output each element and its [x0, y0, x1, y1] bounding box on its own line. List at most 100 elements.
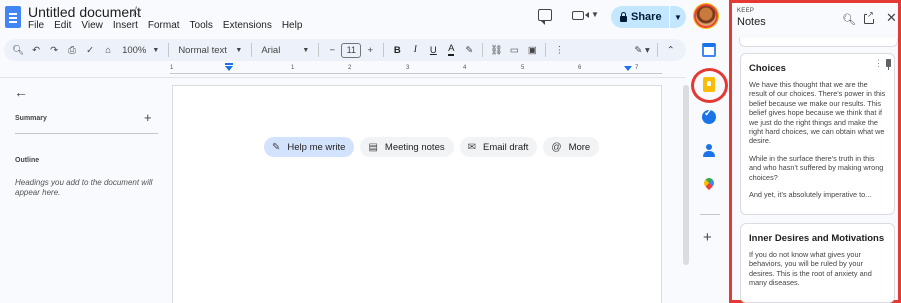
pin-icon[interactable]	[886, 59, 891, 70]
divider	[545, 43, 547, 57]
search-icon[interactable]: 🔍︎	[842, 13, 856, 26]
menu-help[interactable]: Help	[277, 20, 308, 31]
left-indent-handle[interactable]	[225, 66, 233, 71]
zoom-select[interactable]: 100% ▼	[118, 41, 163, 59]
insert-link-icon[interactable]: ⛓	[488, 41, 504, 59]
first-line-indent-handle[interactable]	[225, 63, 233, 65]
email-icon: ✉	[467, 141, 476, 153]
font-value: Arial	[261, 44, 281, 56]
vertical-scrollbar[interactable]	[683, 85, 689, 265]
style-select[interactable]: Normal text ▼	[174, 41, 246, 59]
zoom-value: 100%	[122, 44, 147, 56]
docs-logo-icon[interactable]	[5, 6, 21, 28]
ruler-line	[170, 73, 662, 74]
document-title[interactable]: Untitled document	[28, 4, 141, 20]
star-icon[interactable]: ☆	[130, 3, 143, 20]
menu-view[interactable]: View	[76, 20, 108, 31]
get-add-ons-button[interactable]: +	[703, 229, 712, 246]
note-card[interactable]: Inner Desires and Motivations If you do …	[740, 223, 895, 303]
add-comment-icon[interactable]: ▭	[506, 41, 522, 59]
divider	[251, 43, 253, 57]
menu-edit[interactable]: Edit	[49, 20, 76, 31]
close-icon[interactable]: ✕	[886, 10, 897, 26]
menu-file[interactable]: File	[28, 20, 49, 31]
more-options-icon[interactable]: ⋮	[551, 41, 567, 59]
email-draft-chip[interactable]: ✉ Email draft	[459, 137, 538, 157]
spellcheck-icon[interactable]: ✓	[82, 41, 98, 59]
keep-panel-title: Notes	[737, 16, 766, 28]
decrease-font-size-button[interactable]: −	[324, 41, 340, 59]
keep-side-panel: KEEP Notes 🔍︎ ✕ ⋮ Choices We have this t…	[729, 0, 901, 303]
chip-label: Help me write	[287, 141, 346, 153]
underline-button[interactable]: U	[425, 41, 441, 59]
chip-label: More	[568, 141, 591, 153]
document-icon: ▤	[368, 141, 378, 153]
menu-format[interactable]: Format	[143, 20, 185, 31]
font-select[interactable]: Arial ▼	[257, 41, 313, 59]
right-indent-handle[interactable]	[624, 66, 632, 71]
ruler-label: 5	[521, 65, 525, 71]
divider	[318, 43, 320, 57]
divider	[700, 214, 720, 215]
collapse-menus-icon[interactable]: ⌃	[663, 41, 679, 59]
increase-font-size-button[interactable]: +	[362, 41, 378, 59]
tasks-icon[interactable]	[702, 108, 716, 124]
note-card[interactable]: ⋮ Choices We have this thought that we a…	[740, 53, 895, 215]
redo-icon[interactable]: ↷	[46, 41, 62, 59]
chip-label: Email draft	[483, 141, 529, 153]
calendar-icon[interactable]	[702, 43, 716, 57]
menu-tools[interactable]: Tools	[185, 20, 218, 31]
highlight-color-icon[interactable]: ✎	[461, 41, 477, 59]
divider	[656, 43, 658, 57]
search-menus-icon[interactable]: 🔍︎	[10, 41, 26, 59]
italic-button[interactable]: I	[407, 41, 423, 59]
app-window: Untitled document ☆ File Edit View Inser…	[0, 0, 901, 303]
ruler-label: 3	[406, 65, 410, 71]
more-vert-icon[interactable]: ⋮	[874, 58, 883, 69]
divider	[15, 133, 158, 134]
outline-hint: Headings you add to the document will ap…	[15, 178, 153, 197]
editing-mode-icon[interactable]: ✎ ▾	[632, 41, 651, 59]
pen-sparkle-icon: ✎	[272, 141, 281, 153]
meet-video-icon[interactable]	[572, 11, 584, 20]
divider	[168, 43, 170, 57]
share-button[interactable]: Share	[611, 6, 669, 28]
divider	[482, 43, 484, 57]
menu-extensions[interactable]: Extensions	[218, 20, 277, 31]
ruler-label: 6	[578, 65, 582, 71]
ruler-label: 7	[635, 65, 639, 71]
lock-icon	[620, 11, 627, 22]
ruler[interactable]: 1 1 2 3 4 5 6 7	[170, 63, 662, 76]
note-title: Choices	[749, 63, 786, 74]
formatting-toolbar: 🔍︎ ↶ ↷ ⎙ ✓ ⌂ 100% ▼ Normal text ▼ Arial ▼ −…	[4, 39, 686, 61]
divider	[383, 43, 385, 57]
undo-icon[interactable]: ↶	[28, 41, 44, 59]
ruler-label: 1	[170, 65, 174, 71]
add-summary-button[interactable]: +	[144, 110, 152, 125]
insert-image-icon[interactable]: ▣	[524, 41, 540, 59]
print-icon[interactable]: ⎙	[64, 41, 80, 59]
note-paragraph: While in the surface there's truth in th…	[749, 153, 884, 182]
text-color-button[interactable]: A	[443, 41, 459, 59]
contacts-icon[interactable]	[702, 144, 716, 158]
comment-icon[interactable]	[538, 9, 552, 25]
avatar[interactable]	[694, 4, 718, 28]
more-chip[interactable]: @ More	[543, 137, 600, 157]
ruler-label: 4	[463, 65, 467, 71]
font-size-input[interactable]: 11	[341, 42, 362, 58]
keep-icon[interactable]	[703, 77, 715, 92]
note-body: If you do not know what gives your behav…	[749, 250, 886, 288]
close-outline-icon[interactable]: ←	[14, 84, 28, 100]
menu-insert[interactable]: Insert	[108, 20, 143, 31]
paint-format-icon[interactable]: ⌂	[100, 41, 116, 59]
document-page[interactable]	[172, 85, 662, 303]
maps-icon[interactable]	[702, 178, 716, 192]
open-in-new-icon[interactable]	[864, 10, 874, 24]
bold-button[interactable]: B	[389, 41, 405, 59]
help-me-write-chip[interactable]: ✎ Help me write	[264, 137, 355, 157]
note-body: We have this thought that we are the res…	[749, 80, 886, 199]
note-card-partial[interactable]	[739, 38, 898, 47]
at-icon: @	[551, 141, 562, 153]
meeting-notes-chip[interactable]: ▤ Meeting notes	[360, 137, 454, 157]
chevron-down-icon[interactable]: ▼	[591, 10, 599, 19]
